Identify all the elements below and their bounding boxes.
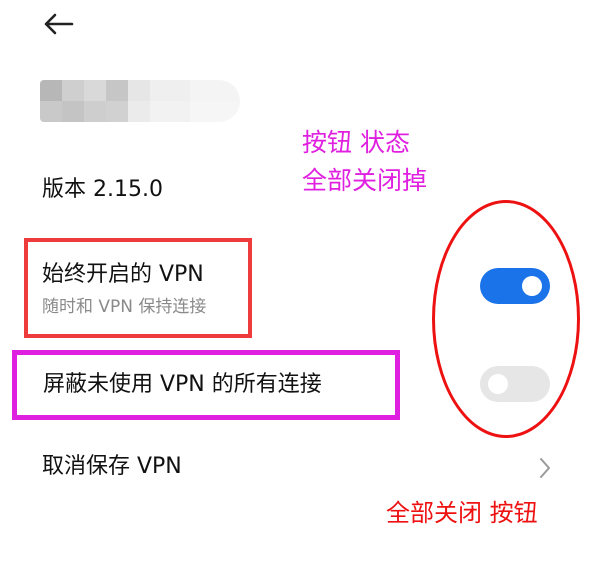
arrow-left-icon xyxy=(44,13,74,35)
block-without-vpn-row[interactable]: 屏蔽未使用 VPN 的所有连接 xyxy=(12,350,400,420)
annotation-magenta-line2: 全部关闭掉 xyxy=(302,166,428,195)
version-label: 版本 2.15.0 xyxy=(42,177,163,202)
always-on-vpn-subtitle: 随时和 VPN 保持连接 xyxy=(42,297,207,317)
back-button[interactable] xyxy=(38,6,78,42)
annotation-red-ellipse xyxy=(432,200,580,438)
blurred-vpn-name xyxy=(40,80,240,122)
annotation-red-label: 全部关闭 按钮 xyxy=(386,499,538,527)
forget-vpn-title: 取消保存 VPN xyxy=(42,454,182,479)
always-on-vpn-title: 始终开启的 VPN xyxy=(42,262,204,287)
block-without-vpn-title: 屏蔽未使用 VPN 的所有连接 xyxy=(43,372,322,397)
forget-vpn-row[interactable]: 取消保存 VPN xyxy=(24,436,564,500)
annotation-magenta-line1: 按钮 状态 xyxy=(302,128,410,157)
always-on-vpn-row[interactable]: 始终开启的 VPN 随时和 VPN 保持连接 xyxy=(24,238,252,338)
chevron-right-icon xyxy=(540,458,550,478)
